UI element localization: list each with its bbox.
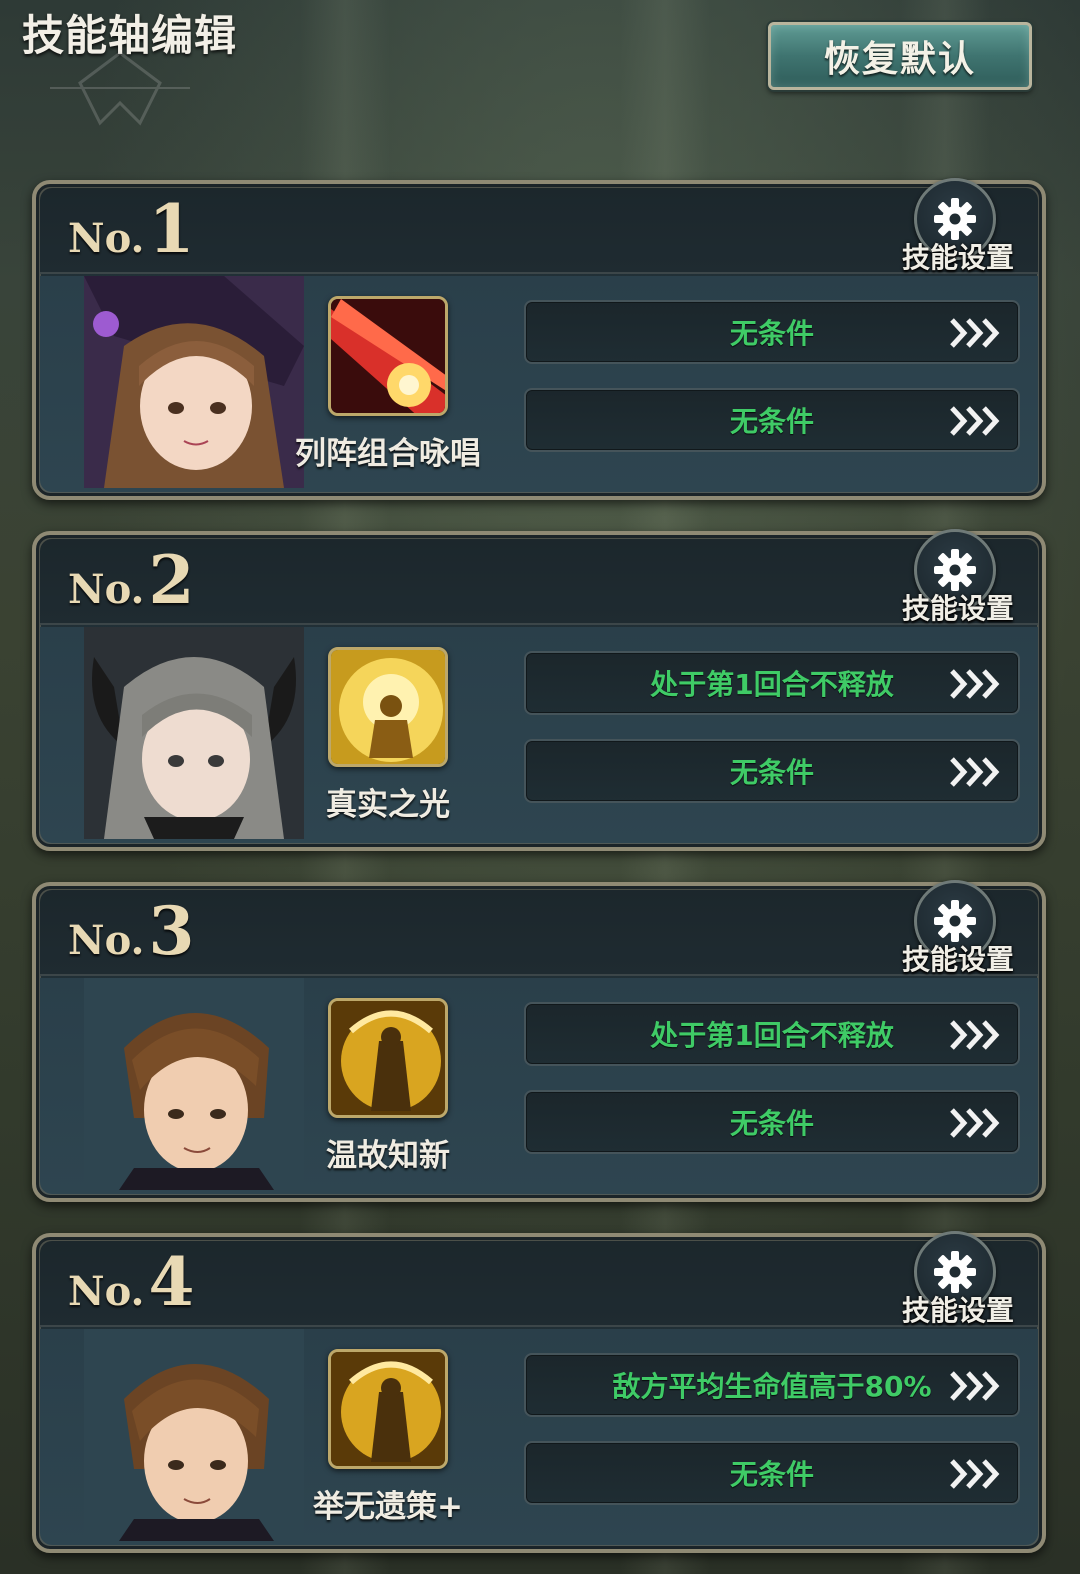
- skill-card: No. 4 技能设置 举无遗策+ 敌方平均生命值高于80% 无条件: [32, 1231, 1046, 1553]
- order-number: No. 2: [68, 541, 195, 619]
- character-portrait[interactable]: [84, 276, 304, 488]
- triple-chevron-icon: [950, 318, 1000, 348]
- skill-card: No. 3 技能设置 温故知新 处于第1回合不释放 无条件: [32, 880, 1046, 1202]
- triple-chevron-icon: [950, 669, 1000, 699]
- skill-name: 温故知新: [326, 1138, 450, 1174]
- condition-selector[interactable]: 无条件: [524, 1090, 1020, 1154]
- triple-chevron-icon: [950, 757, 1000, 787]
- skill-card: No. 2 技能设置 真实之光 处于第1回合不释放 无条件: [32, 529, 1046, 851]
- skill-settings-button[interactable]: 技能设置: [894, 529, 1022, 625]
- skill-icon[interactable]: [328, 296, 448, 416]
- character-portrait[interactable]: [84, 627, 304, 839]
- skill-settings-button[interactable]: 技能设置: [894, 880, 1022, 976]
- character-portrait[interactable]: [84, 978, 304, 1190]
- skill-icon[interactable]: [328, 1349, 448, 1469]
- skill-settings-button[interactable]: 技能设置: [894, 178, 1022, 274]
- order-number: No. 1: [68, 190, 195, 268]
- skill-name: 真实之光: [326, 787, 450, 823]
- order-number: No. 3: [68, 892, 195, 970]
- triple-chevron-icon: [950, 406, 1000, 436]
- condition-selector[interactable]: 处于第1回合不释放: [524, 1002, 1020, 1066]
- skill-card: No. 1 技能设置 列阵组合咏唱 无条件 无条件: [32, 178, 1046, 500]
- triple-chevron-icon: [950, 1371, 1000, 1401]
- skill-name: 列阵组合咏唱: [295, 436, 481, 472]
- skill-icon[interactable]: [328, 998, 448, 1118]
- triple-chevron-icon: [950, 1459, 1000, 1489]
- condition-selector[interactable]: 无条件: [524, 300, 1020, 364]
- skill-settings-button[interactable]: 技能设置: [894, 1231, 1022, 1327]
- condition-selector[interactable]: 敌方平均生命值高于80%: [524, 1353, 1020, 1417]
- triple-chevron-icon: [950, 1108, 1000, 1138]
- condition-selector[interactable]: 处于第1回合不释放: [524, 651, 1020, 715]
- skill-name: 举无遗策+: [313, 1489, 463, 1525]
- condition-selector[interactable]: 无条件: [524, 388, 1020, 452]
- triple-chevron-icon: [950, 1020, 1000, 1050]
- character-portrait[interactable]: [84, 1329, 304, 1541]
- skill-icon[interactable]: [328, 647, 448, 767]
- reset-default-button[interactable]: 恢复默认: [768, 22, 1032, 90]
- condition-selector[interactable]: 无条件: [524, 1441, 1020, 1505]
- condition-selector[interactable]: 无条件: [524, 739, 1020, 803]
- dragon-emblem-icon: [50, 51, 190, 126]
- order-number: No. 4: [68, 1243, 195, 1321]
